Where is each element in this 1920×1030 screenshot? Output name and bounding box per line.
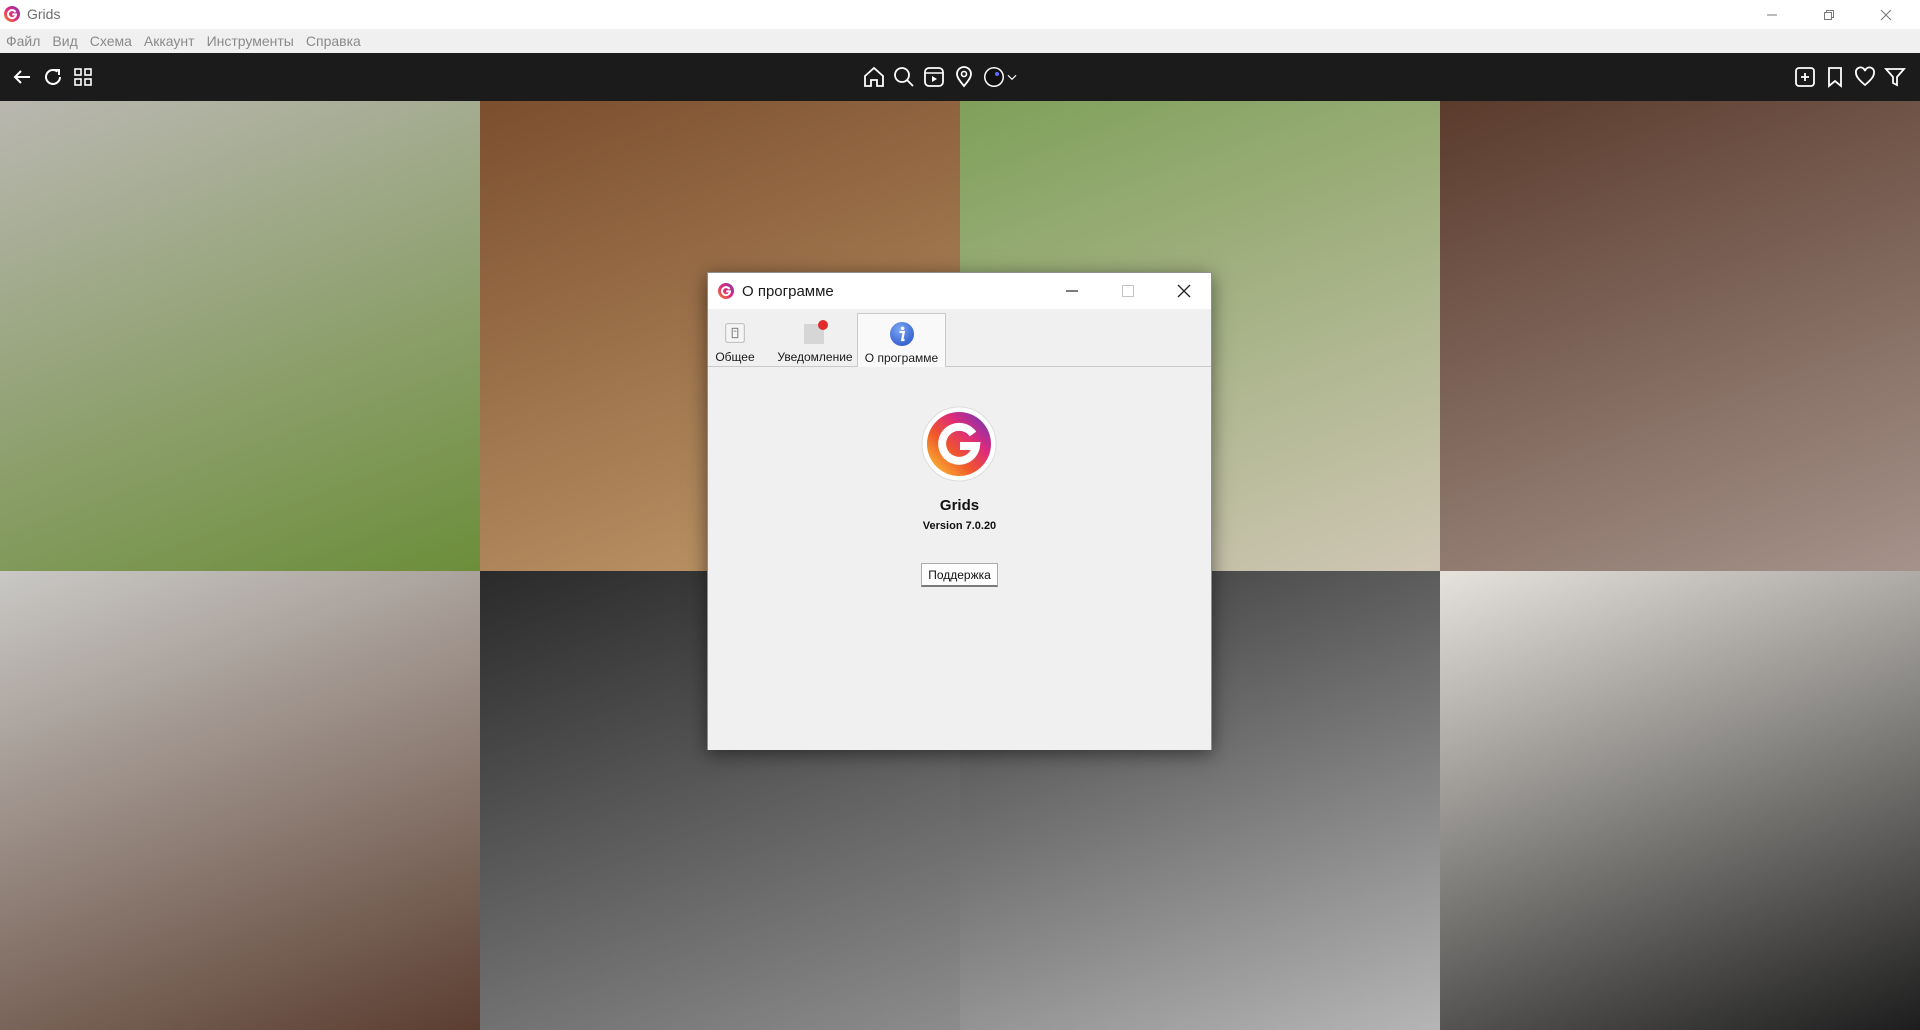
location-icon bbox=[956, 66, 972, 88]
info-icon bbox=[889, 322, 914, 346]
dialog-maximize-button bbox=[1100, 273, 1156, 309]
grid-view-icon bbox=[74, 68, 92, 86]
bookmark-button[interactable] bbox=[1821, 63, 1849, 91]
dialog-minimize-button[interactable] bbox=[1044, 273, 1100, 309]
home-icon bbox=[864, 66, 884, 87]
photo-woman-leather-pants[interactable] bbox=[0, 571, 480, 1030]
menu-tools[interactable]: Инструменты bbox=[207, 33, 294, 49]
minimize-icon bbox=[1066, 290, 1078, 292]
photo-woman-on-lawn[interactable] bbox=[0, 101, 480, 571]
search-icon bbox=[894, 67, 914, 87]
chevron-down-icon bbox=[1007, 74, 1017, 81]
menu-file[interactable]: Файл bbox=[6, 33, 40, 49]
refresh-button[interactable] bbox=[39, 63, 67, 91]
tab-general-label: Общее bbox=[715, 350, 755, 364]
home-button[interactable] bbox=[860, 63, 888, 91]
photo-two-men-selfie[interactable] bbox=[1440, 101, 1920, 571]
close-icon bbox=[1177, 284, 1191, 298]
dialog-titlebar: О программе bbox=[708, 273, 1211, 309]
close-icon bbox=[1880, 9, 1891, 20]
dialog-close-button[interactable] bbox=[1156, 273, 1212, 309]
filter-button[interactable] bbox=[1881, 63, 1909, 91]
new-post-icon bbox=[1795, 67, 1815, 87]
close-button[interactable] bbox=[1857, 0, 1914, 29]
menu-help[interactable]: Справка bbox=[306, 33, 361, 49]
refresh-icon bbox=[45, 68, 61, 85]
about-dialog: О программе Общее Уведомление О программ… bbox=[707, 272, 1212, 750]
notification-icon bbox=[804, 320, 828, 344]
account-dropdown-button[interactable] bbox=[1003, 63, 1021, 91]
photo-woman-white-blouse[interactable] bbox=[1440, 571, 1920, 1030]
menu-bar: Файл Вид Схема Аккаунт Инструменты Справ… bbox=[0, 29, 1920, 53]
app-name: Grids bbox=[939, 497, 980, 514]
dialog-tab-bar: Общее Уведомление О программе bbox=[708, 309, 1211, 367]
restore-icon bbox=[1823, 9, 1834, 20]
tab-notifications[interactable]: Уведомление bbox=[760, 313, 870, 367]
search-button[interactable] bbox=[890, 63, 918, 91]
tab-about[interactable]: О программе bbox=[857, 313, 946, 367]
back-button[interactable] bbox=[8, 63, 36, 91]
restore-button[interactable] bbox=[1800, 0, 1857, 29]
dialog-title: О программе bbox=[742, 283, 834, 300]
menu-view[interactable]: Вид bbox=[52, 33, 77, 49]
support-button[interactable]: Поддержка bbox=[921, 563, 998, 587]
grids-app-icon bbox=[718, 283, 734, 299]
heart-icon bbox=[1855, 66, 1875, 87]
menu-account[interactable]: Аккаунт bbox=[144, 33, 195, 49]
tab-general[interactable]: Общее bbox=[714, 313, 756, 367]
filter-icon bbox=[1884, 68, 1906, 87]
reels-icon bbox=[924, 67, 944, 87]
general-settings-icon bbox=[725, 323, 745, 343]
grids-logo-icon bbox=[921, 406, 997, 482]
menu-scheme[interactable]: Схема bbox=[90, 33, 132, 49]
bookmark-icon bbox=[1828, 67, 1842, 88]
new-post-button[interactable] bbox=[1791, 63, 1819, 91]
reels-button[interactable] bbox=[920, 63, 948, 91]
tab-notifications-label: Уведомление bbox=[777, 350, 853, 364]
window-title: Grids bbox=[27, 6, 61, 22]
dialog-body: Grids Version 7.0.20 Поддержка bbox=[708, 368, 1211, 750]
back-arrow-icon bbox=[13, 70, 30, 84]
likes-button[interactable] bbox=[1851, 63, 1879, 91]
window-titlebar: Grids bbox=[0, 0, 1920, 29]
tab-about-label: О программе bbox=[864, 351, 939, 365]
app-version: Version 7.0.20 bbox=[922, 520, 997, 532]
grids-app-icon bbox=[4, 6, 20, 22]
minimize-button[interactable] bbox=[1743, 0, 1800, 29]
minimize-icon bbox=[1766, 14, 1777, 15]
location-button[interactable] bbox=[950, 63, 978, 91]
grid-view-button[interactable] bbox=[69, 63, 97, 91]
main-toolbar bbox=[0, 53, 1920, 101]
maximize-icon bbox=[1122, 285, 1134, 297]
